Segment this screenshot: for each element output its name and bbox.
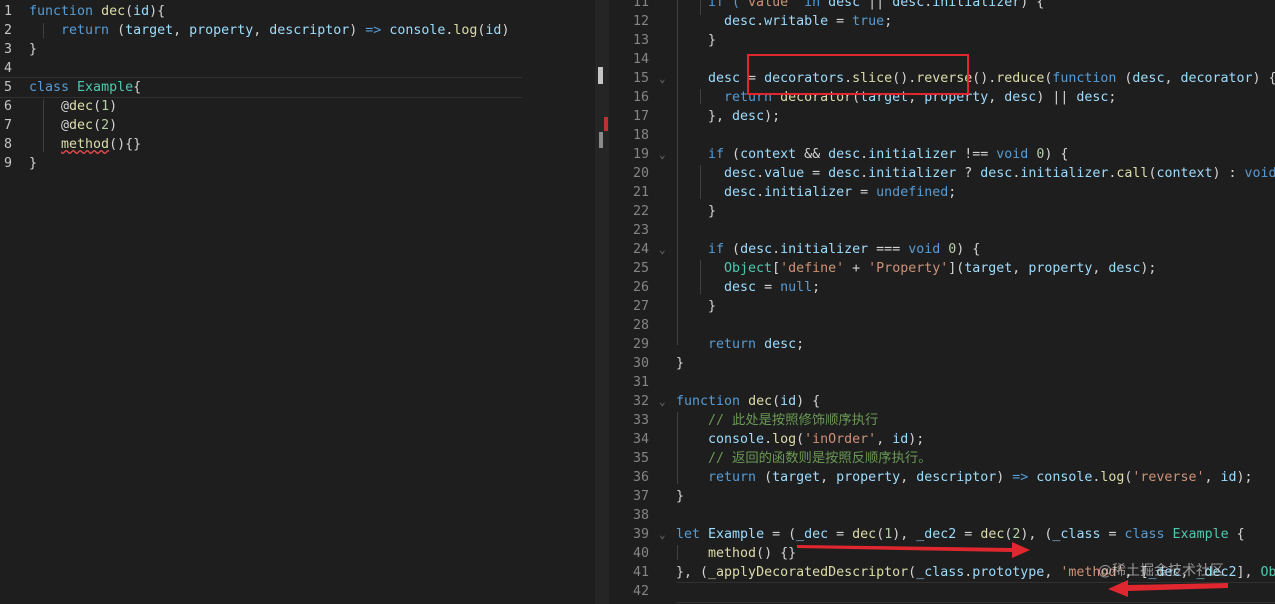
arrow-right xyxy=(797,542,1030,558)
arrow-left xyxy=(1108,580,1228,597)
watermark: @稀土掘金技术社区 xyxy=(1098,563,1224,579)
annotation-arrows xyxy=(797,542,1228,597)
